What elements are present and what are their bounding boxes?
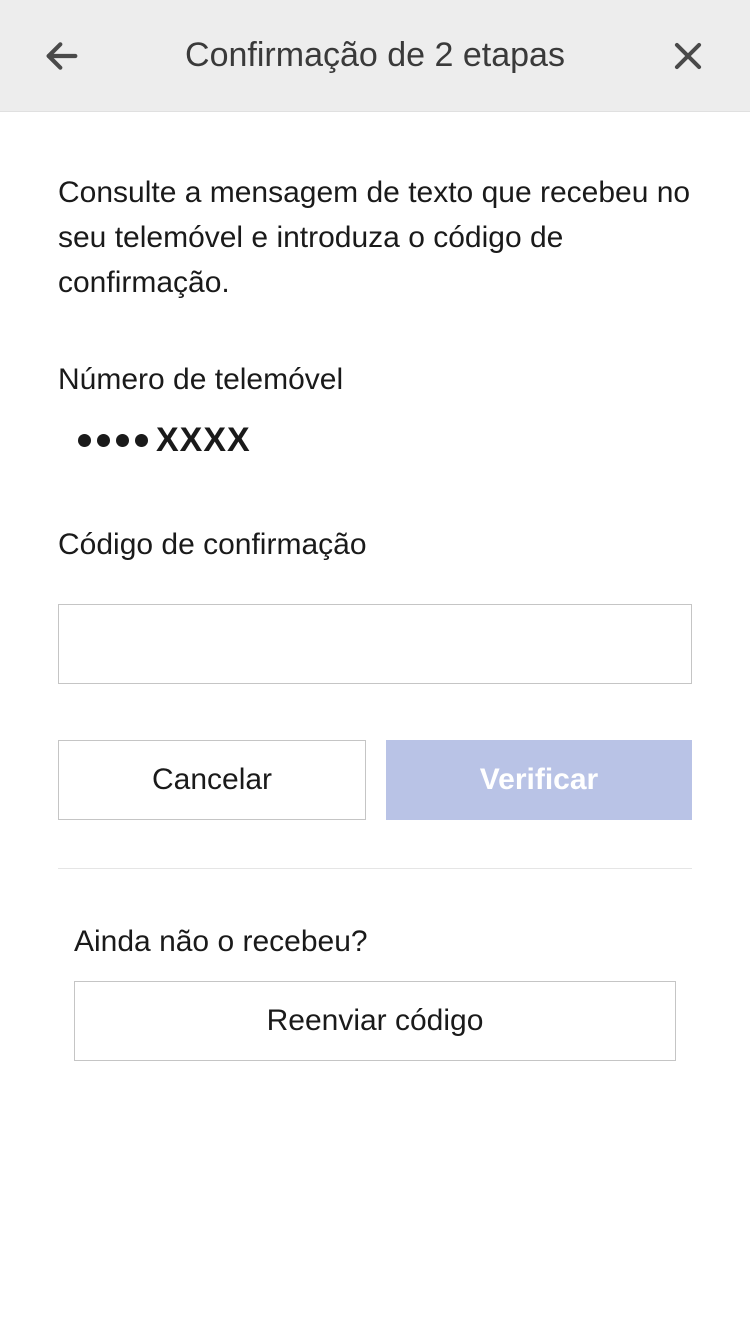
arrow-left-icon: [42, 36, 82, 76]
resend-prompt: Ainda não o recebeu?: [74, 925, 676, 959]
phone-value: XXXX: [58, 421, 692, 460]
cancel-button[interactable]: Cancelar: [58, 740, 366, 820]
action-buttons: Cancelar Verificar: [58, 740, 692, 820]
close-icon: [669, 37, 707, 75]
confirmation-code-input[interactable]: [58, 604, 692, 684]
resend-code-button[interactable]: Reenviar código: [74, 981, 676, 1061]
phone-section: Número de telemóvel XXXX: [58, 363, 692, 460]
back-button[interactable]: [40, 34, 84, 78]
code-section: Código de confirmação: [58, 528, 692, 684]
close-button[interactable]: [666, 34, 710, 78]
code-label: Código de confirmação: [58, 528, 692, 562]
header-bar: Confirmação de 2 etapas: [0, 0, 750, 112]
main-content: Consulte a mensagem de texto que recebeu…: [0, 112, 750, 1061]
masked-dots-icon: [78, 434, 148, 447]
instruction-text: Consulte a mensagem de texto que recebeu…: [58, 170, 692, 305]
phone-masked-suffix: XXXX: [156, 421, 251, 460]
verify-button[interactable]: Verificar: [386, 740, 692, 820]
divider: [58, 868, 692, 869]
resend-section: Ainda não o recebeu? Reenviar código: [58, 925, 692, 1061]
phone-label: Número de telemóvel: [58, 363, 692, 397]
page-title: Confirmação de 2 etapas: [84, 36, 666, 75]
